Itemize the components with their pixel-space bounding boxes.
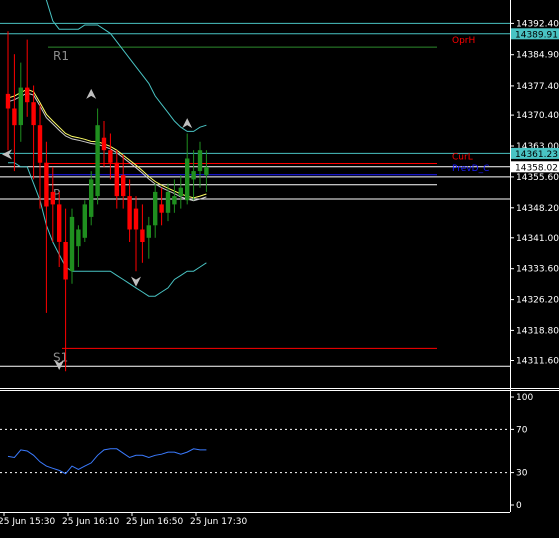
price-tick-label: 14318.80 [516,326,559,336]
level-label-oprh: OprH [452,36,475,46]
price-tick-label: 14392.40 [516,19,559,29]
level-label-curl: CurL [452,153,473,163]
candle-body [37,125,43,163]
candle-body [5,93,11,109]
price-tick-label: 14370.40 [516,111,559,121]
candle-body [89,179,94,217]
price-tag-label: 14358.02 [515,163,558,173]
rsi-tick-label: 30 [516,469,528,479]
candle-body [204,166,209,176]
candle-body [146,225,151,238]
price-tick-label: 14377.40 [516,82,559,92]
candle-body [57,204,62,242]
price-tick-label: 14384.90 [516,51,559,61]
price-tick-label: 14341.00 [516,234,559,244]
candle-body [133,208,139,230]
level-label-prevd_c: PrevD_C [452,164,489,174]
price-tick-label: 14355.60 [516,173,559,183]
time-tick-label: 25 Jun 16:50 [126,517,183,527]
price-tick-label: 14326.20 [516,296,559,306]
candle-body [108,150,113,163]
candle-body [31,102,36,126]
candle-body [114,162,119,197]
candle-body [69,216,75,272]
candle-body [101,137,107,151]
time-tick-label: 25 Jun 15:30 [0,517,55,527]
candle-body [140,229,145,242]
time-tick-label: 25 Jun 16:10 [62,517,119,527]
price-tick-label: 14348.20 [516,204,559,214]
candle-body [82,204,87,238]
price-tick-label: 14311.60 [516,357,559,367]
rsi-tick-label: 70 [516,425,528,435]
candle-body [95,125,100,197]
candle-body [76,229,81,247]
candle-body [153,191,158,226]
candle-body [25,87,30,103]
candle-body [18,87,23,126]
candle-body [44,162,49,207]
price-tag-label: 14361.23 [515,150,558,160]
candle-body [165,191,171,213]
rsi-tick-label: 100 [516,393,533,403]
candle-body [50,191,55,205]
trading-chart[interactable]: R1OprHPCurLPrevD_CS1 14392.4014384.90143… [0,0,559,538]
candle-body [159,204,164,213]
rsi-tick-label: 0 [516,501,522,511]
candle-body [185,158,190,201]
candle-body [121,175,126,197]
candle-body [12,108,17,126]
candle-body [178,187,183,196]
price-tick-label: 14333.60 [516,265,559,275]
chart-background [0,0,559,538]
candle-body [191,171,196,180]
candle-body [172,196,177,205]
candle-body [197,150,203,172]
price-tag-label: 14389.91 [515,30,558,40]
candle-body [63,242,68,280]
candle-body [127,196,132,230]
level-label-r1: R1 [53,49,69,63]
time-tick-label: 25 Jun 17:30 [190,517,247,527]
